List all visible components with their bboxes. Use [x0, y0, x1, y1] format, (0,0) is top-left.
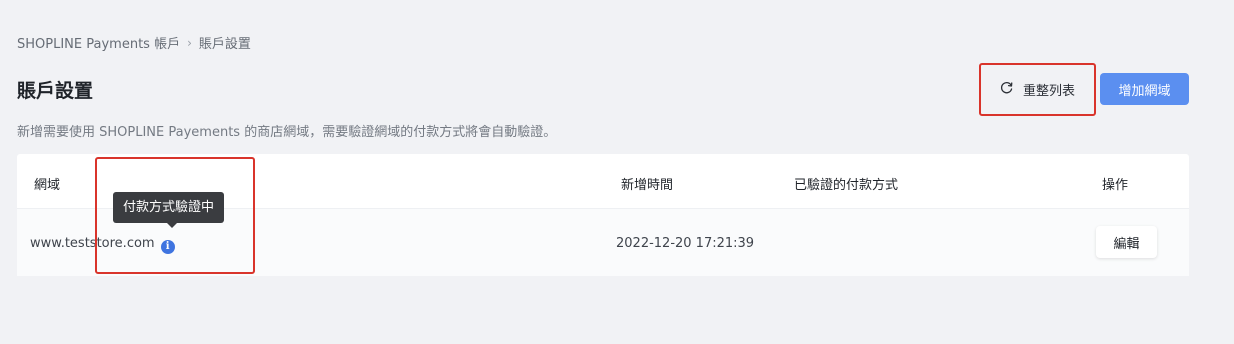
add-domain-button[interactable]: 增加網域: [1100, 73, 1189, 105]
page-description: 新增需要使用 SHOPLINE Payements 的商店網域，需要驗證網域的付…: [17, 125, 557, 140]
column-header-actions: 操作: [1102, 178, 1129, 193]
tooltip-highlight-box: [95, 157, 255, 274]
breadcrumb: SHOPLINE Payments 帳戶 › 賬戶設置: [17, 33, 251, 53]
breadcrumb-current: 賬戶設置: [198, 37, 251, 52]
refresh-highlight-box: [979, 63, 1096, 116]
breadcrumb-root-link[interactable]: SHOPLINE Payments 帳戶: [17, 33, 180, 52]
edit-button[interactable]: 編輯: [1096, 226, 1157, 258]
column-header-domain: 網域: [34, 178, 61, 193]
breadcrumb-separator: ›: [187, 35, 192, 50]
page-title: 賬戶設置: [17, 80, 94, 102]
column-header-verified-methods: 已驗證的付款方式: [794, 178, 899, 193]
column-header-created-at: 新增時間: [621, 178, 674, 193]
created-at-cell: 2022-12-20 17:21:39: [616, 236, 755, 251]
